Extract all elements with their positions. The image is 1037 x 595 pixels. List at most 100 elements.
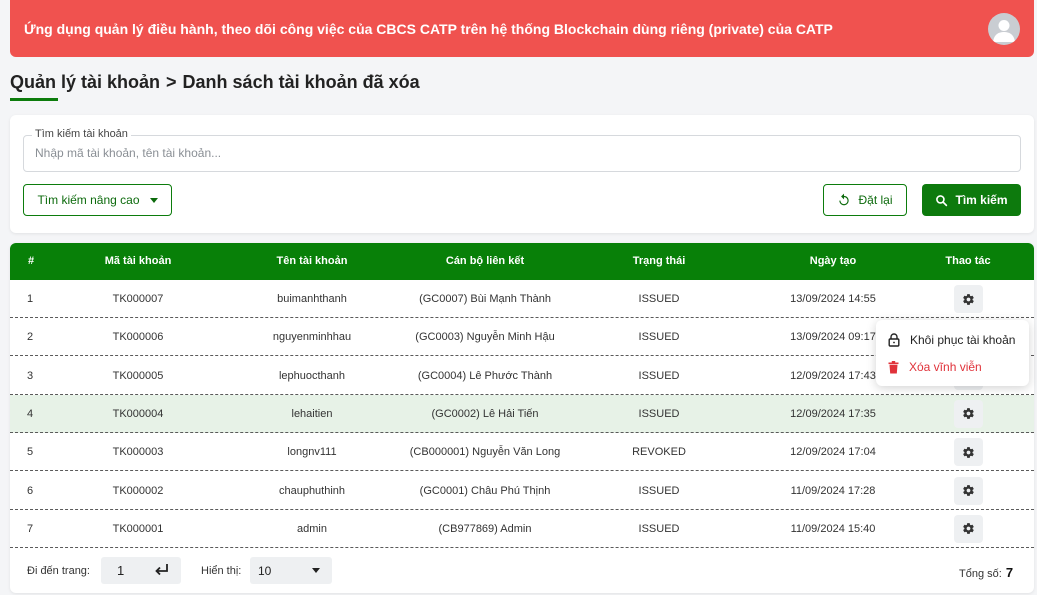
cell-created-date: 12/09/2024 17:04: [790, 446, 876, 459]
search-field[interactable]: Tìm kiếm tài khoản: [23, 128, 1021, 172]
table-row[interactable]: 4 TK000004 lehaitien (GC0002) Lê Hải Tiến IS…: [10, 394, 1034, 433]
cell-status: ISSUED: [638, 369, 680, 382]
cell-index: 5: [27, 446, 34, 459]
column-header-index: #: [27, 255, 35, 267]
cell-linked-officer: (GC0007) Bùi Mạnh Thành: [419, 293, 551, 305]
cell-account-name: nguyenminhhau: [272, 331, 352, 344]
delete-permanently-item[interactable]: Xóa vĩnh viễn: [888, 358, 982, 376]
breadcrumb-root[interactable]: Quản lý tài khoản: [10, 72, 160, 101]
reset-label: Đặt lại: [858, 193, 893, 207]
cell-created-date: 13/09/2024 14:55: [790, 293, 876, 305]
cell-linked-officer: (GC0003) Nguyễn Minh Hậu: [415, 331, 555, 344]
restore-account-item[interactable]: Khôi phục tài khoản: [888, 331, 1015, 349]
caret-down-icon: [149, 197, 158, 203]
unlock-icon: [888, 333, 900, 347]
cell-index: 2: [27, 331, 34, 344]
cell-linked-officer: (CB000001) Nguyễn Văn Long: [409, 446, 561, 459]
goto-page-input[interactable]: 1: [101, 557, 181, 584]
search-button[interactable]: Tìm kiếm: [922, 184, 1021, 216]
cell-account-code: TK000007: [112, 293, 164, 305]
cell-account-code: TK000001: [112, 522, 164, 535]
page-title: Danh sách tài khoản đã xóa: [182, 72, 420, 92]
cell-account-name: longnv111: [287, 446, 337, 459]
cell-created-date: 11/09/2024 15:40: [790, 522, 876, 535]
cell-created-date: 12/09/2024 17:35: [790, 407, 876, 420]
reset-button[interactable]: Đặt lại: [823, 184, 907, 216]
cell-status: REVOKED: [632, 446, 686, 459]
search-field-label: Tìm kiếm tài khoản: [32, 128, 131, 140]
page-size-value: 10: [258, 564, 272, 578]
breadcrumb-separator: >: [166, 72, 177, 92]
enter-icon[interactable]: [153, 561, 171, 579]
cell-account-code: TK000003: [112, 446, 164, 459]
advanced-search-button[interactable]: Tìm kiếm nâng cao: [23, 184, 172, 216]
cell-created-date: 11/09/2024 17:28: [790, 484, 876, 497]
breadcrumb: Quản lý tài khoản > Danh sách tài khoản …: [10, 72, 420, 101]
search-label: Tìm kiếm: [955, 193, 1008, 207]
cell-index: 7: [27, 522, 34, 535]
cell-account-code: TK000002: [112, 484, 164, 497]
row-action-menu: Khôi phục tài khoản Xóa vĩnh viễn: [876, 320, 1029, 386]
cell-account-name: admin: [297, 522, 327, 535]
row-actions-button[interactable]: [954, 438, 983, 467]
row-actions-button[interactable]: [954, 476, 983, 505]
delete-permanently-label: Xóa vĩnh viễn: [909, 360, 982, 374]
cell-account-code: TK000006: [112, 331, 164, 344]
column-header-code: Mã tài khoản: [104, 255, 172, 267]
cell-status: ISSUED: [638, 522, 680, 535]
column-header-officer: Cán bộ liên kết: [445, 255, 525, 267]
cell-linked-officer: (GC0004) Lê Phước Thành: [417, 369, 553, 382]
column-header-status: Trạng thái: [632, 255, 686, 267]
search-input[interactable]: [35, 146, 985, 160]
cell-index: 1: [27, 293, 34, 305]
accounts-table: # Mã tài khoản Tên tài khoản Cán bộ liên…: [10, 243, 1034, 593]
app-header: Ứng dụng quản lý điều hành, theo dõi côn…: [10, 0, 1034, 57]
table-row[interactable]: 6 TK000002 chauphuthinh (GC0001) Châu Phú T…: [10, 472, 1034, 510]
user-avatar-icon[interactable]: [988, 12, 1020, 45]
column-header-name: Tên tài khoản: [276, 255, 348, 267]
trash-icon: [888, 360, 899, 373]
gear-icon: [963, 408, 974, 420]
row-actions-button[interactable]: [954, 285, 983, 313]
search-icon: [936, 194, 948, 206]
total-count: Tổng số: 7: [959, 565, 1013, 580]
cell-account-code: TK000005: [112, 369, 164, 382]
page-size-select[interactable]: 10: [250, 557, 332, 584]
cell-status: ISSUED: [638, 331, 680, 344]
page-size-label: Hiển thị:: [201, 565, 242, 577]
total-value: 7: [1005, 565, 1014, 580]
cell-created-date: 13/09/2024 09:17: [790, 331, 876, 344]
total-label: Tổng số:: [959, 568, 1002, 580]
cell-account-name: lephuocthanh: [278, 369, 346, 382]
search-panel: Tìm kiếm tài khoản Tìm kiếm nâng cao Đặt…: [10, 115, 1034, 233]
restore-account-label: Khôi phục tài khoản: [910, 333, 1016, 347]
gear-icon: [963, 446, 974, 458]
advanced-search-label: Tìm kiếm nâng cao: [37, 193, 140, 207]
gear-icon: [963, 485, 974, 496]
table-row[interactable]: 5 TK000003 longnv111 (CB000001) Nguyễn Văn …: [10, 433, 1034, 472]
table-row[interactable]: 1 TK000007 buimanhthanh (GC0007) Bùi Mạnh T…: [10, 280, 1034, 318]
row-actions-button[interactable]: [954, 514, 983, 543]
cell-created-date: 12/09/2024 17:43: [790, 369, 876, 382]
column-header-actions: Thao tác: [945, 255, 991, 267]
cell-linked-officer: (CB977869) Admin: [438, 522, 532, 535]
row-actions-button[interactable]: [954, 399, 983, 428]
app-title: Ứng dụng quản lý điều hành, theo dõi côn…: [24, 20, 833, 37]
cell-linked-officer: (GC0002) Lê Hải Tiến: [431, 407, 539, 420]
cell-account-name: chauphuthinh: [278, 484, 346, 497]
cell-index: 4: [27, 407, 34, 420]
cell-linked-officer: (GC0001) Châu Phú Thịnh: [419, 484, 551, 497]
cell-account-name: buimanhthanh: [277, 293, 347, 305]
caret-down-icon: [312, 568, 320, 573]
gear-icon: [963, 293, 974, 305]
table-row[interactable]: 7 TK000001 admin (CB977869) Admin ISSUED 11/0…: [10, 510, 1034, 548]
goto-page-label: Đi đến trang:: [27, 565, 90, 577]
table-header: # Mã tài khoản Tên tài khoản Cán bộ liên…: [10, 243, 1034, 280]
column-header-created: Ngày tạo: [809, 255, 857, 267]
refresh-icon: [839, 193, 850, 206]
cell-account-name: lehaitien: [291, 407, 333, 420]
gear-icon: [963, 523, 974, 535]
cell-account-code: TK000004: [112, 407, 164, 420]
cell-index: 3: [27, 369, 34, 382]
cell-status: ISSUED: [638, 484, 680, 497]
